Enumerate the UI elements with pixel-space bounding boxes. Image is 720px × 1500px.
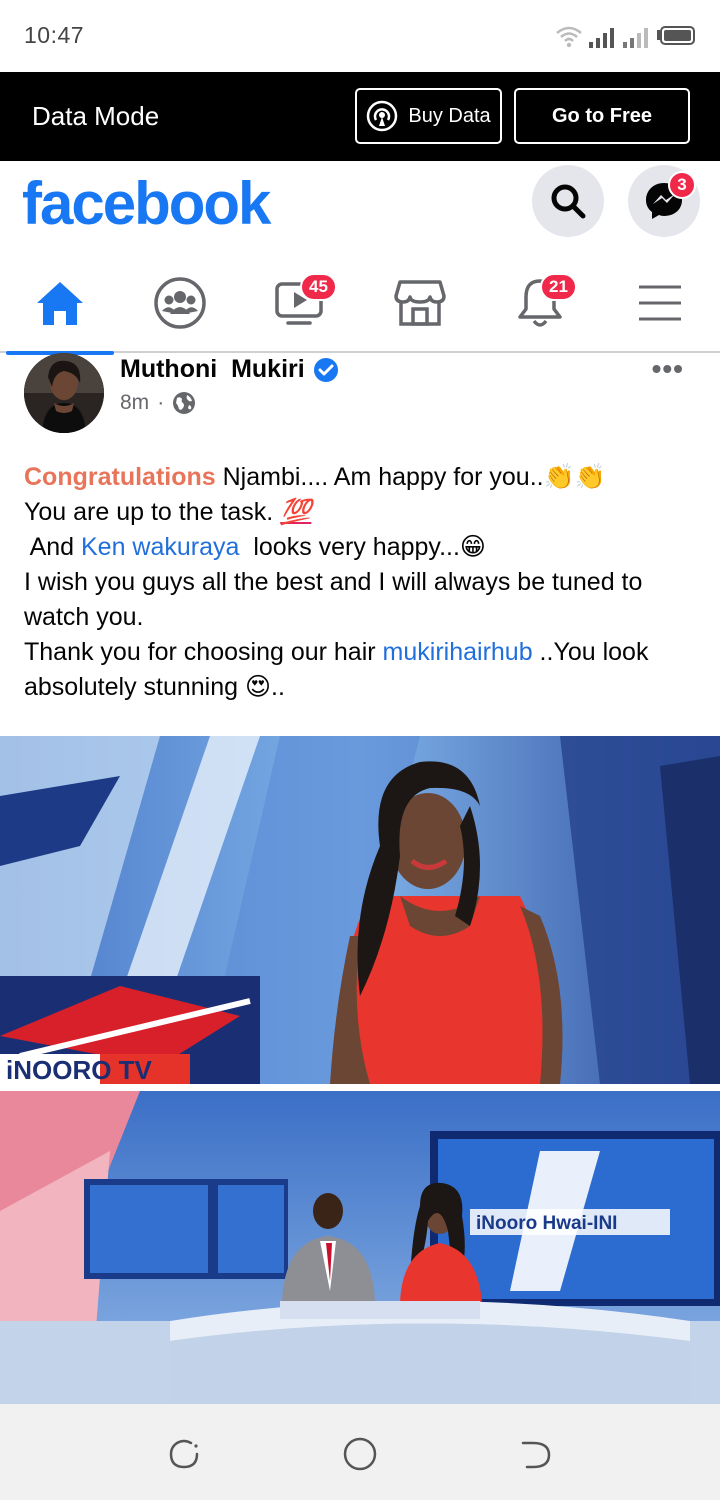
tab-home[interactable] bbox=[0, 253, 120, 355]
buy-data-label: Buy Data bbox=[408, 104, 491, 127]
marketplace-icon bbox=[394, 280, 446, 326]
messenger-badge: 3 bbox=[668, 171, 696, 199]
verified-badge-icon bbox=[313, 357, 338, 382]
heart-eyes-icon: 😍 bbox=[244, 673, 272, 701]
post-photo-1[interactable]: iNOORO TV bbox=[0, 736, 720, 1084]
line5-a: Thank you for choosing our hair bbox=[24, 638, 383, 666]
hundred-points-icon: 💯 bbox=[280, 498, 312, 526]
studio-photo-2: iNooro Hwai-INI bbox=[0, 1091, 720, 1404]
recent-apps-icon bbox=[169, 1439, 199, 1469]
grinning-face-icon: 😁 bbox=[459, 533, 486, 561]
photo2-screen-text: iNooro Hwai-INI bbox=[476, 1213, 617, 1234]
page-link[interactable]: mukirihairhub bbox=[383, 638, 533, 666]
nav-tabs: 45 21 bbox=[0, 253, 720, 355]
messenger-button[interactable]: 3 bbox=[628, 165, 700, 237]
data-mode-bar: Data Mode Buy Data Go to Free bbox=[0, 72, 720, 161]
signal-icon bbox=[589, 28, 614, 48]
facebook-logo[interactable]: facebook bbox=[22, 169, 271, 238]
post-line-1: Congratulations Njambi.... Am happy for … bbox=[24, 460, 704, 495]
avatar[interactable] bbox=[24, 353, 104, 433]
wifi-icon bbox=[556, 26, 582, 48]
status-bar: 10:47 bbox=[0, 0, 720, 72]
tab-watch[interactable]: 45 bbox=[240, 253, 360, 353]
highlight-word: Congratulations bbox=[24, 463, 216, 491]
photo1-logo-text: iNOORO TV bbox=[6, 1055, 153, 1084]
back-button[interactable] bbox=[516, 1434, 556, 1474]
more-options-button[interactable]: ••• bbox=[652, 353, 684, 385]
post-author[interactable]: Muthoni Mukiri bbox=[120, 355, 339, 384]
author-name: Muthoni Mukiri bbox=[120, 355, 305, 383]
line5-end: .. bbox=[271, 673, 285, 701]
home-circle-icon bbox=[343, 1437, 377, 1471]
post-line-5: Thank you for choosing our hair mukiriha… bbox=[24, 635, 704, 705]
post-line-3: And Ken wakuraya looks very happy...😁 bbox=[24, 530, 704, 565]
avatar-image bbox=[24, 353, 104, 433]
status-icons bbox=[556, 24, 696, 48]
signal-icon-2 bbox=[623, 28, 648, 48]
post-line-4: I wish you guys all the best and I will … bbox=[24, 568, 643, 631]
status-time: 10:47 bbox=[24, 22, 85, 48]
meta-separator: · bbox=[157, 391, 165, 414]
buy-data-button[interactable]: Buy Data bbox=[355, 88, 502, 144]
tab-marketplace[interactable] bbox=[360, 253, 480, 353]
watch-badge: 45 bbox=[300, 273, 337, 301]
post-header: Muthoni Mukiri 8m · ••• bbox=[0, 353, 720, 443]
home-icon bbox=[37, 282, 83, 325]
data-mode-title: Data Mode bbox=[32, 101, 160, 131]
go-to-free-button[interactable]: Go to Free bbox=[514, 88, 690, 144]
broadcast-icon bbox=[367, 100, 398, 132]
post-line-2: You are up to the task. 💯 bbox=[24, 495, 704, 530]
recent-apps-button[interactable] bbox=[164, 1434, 204, 1474]
mention-link[interactable]: Ken wakuraya bbox=[81, 533, 239, 561]
app-header: facebook 3 bbox=[0, 161, 720, 253]
groups-icon bbox=[154, 277, 206, 329]
post-text: Congratulations Njambi.... Am happy for … bbox=[24, 460, 704, 705]
go-to-free-label: Go to Free bbox=[551, 104, 652, 127]
search-button[interactable] bbox=[532, 165, 604, 237]
notifications-badge: 21 bbox=[540, 273, 577, 301]
system-navigation-bar bbox=[0, 1404, 720, 1500]
clapping-hands-icon: 👏👏 bbox=[543, 463, 606, 491]
tab-groups[interactable] bbox=[120, 253, 240, 353]
line3-b: looks very happy... bbox=[239, 533, 460, 561]
tab-menu[interactable] bbox=[600, 253, 720, 353]
tab-notifications[interactable]: 21 bbox=[480, 253, 600, 353]
search-icon bbox=[551, 184, 586, 219]
post-time[interactable]: 8m bbox=[120, 391, 149, 415]
studio-photo-1: iNOORO TV bbox=[0, 736, 720, 1084]
home-system-button[interactable] bbox=[340, 1434, 380, 1474]
globe-icon bbox=[173, 392, 196, 414]
post-photo-2[interactable]: iNooro Hwai-INI bbox=[0, 1091, 720, 1404]
line1-rest: Njambi.... Am happy for you.. bbox=[215, 463, 544, 491]
battery-icon bbox=[657, 26, 695, 45]
line3-a: And bbox=[24, 533, 81, 561]
post-meta: 8m · bbox=[120, 391, 196, 415]
line2-text: You are up to the task. bbox=[24, 498, 281, 526]
back-icon bbox=[521, 1441, 551, 1469]
menu-icon bbox=[639, 285, 681, 321]
